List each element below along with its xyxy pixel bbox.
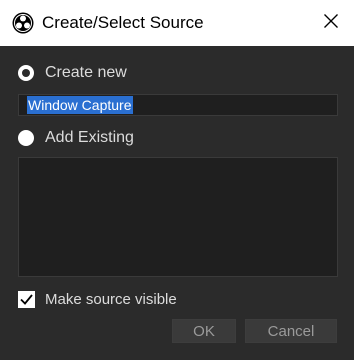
create-select-source-dialog: Create/Select Source Create new Window C… <box>0 0 354 360</box>
make-visible-label: Make source visible <box>45 290 177 308</box>
obs-logo-icon <box>12 12 34 34</box>
add-existing-option[interactable]: Add Existing <box>18 127 134 149</box>
make-visible-option[interactable]: Make source visible <box>18 288 177 310</box>
source-name-input[interactable]: Window Capture <box>18 94 338 116</box>
create-new-option[interactable]: Create new <box>18 62 127 84</box>
checkmark-icon <box>20 293 33 305</box>
add-existing-label: Add Existing <box>45 129 134 146</box>
create-new-label: Create new <box>45 64 127 81</box>
make-visible-checkbox[interactable] <box>18 290 35 308</box>
close-icon <box>323 13 339 34</box>
title-bar: Create/Select Source <box>0 0 354 46</box>
existing-sources-list[interactable] <box>18 157 338 277</box>
cancel-button[interactable]: Cancel <box>245 319 337 343</box>
add-existing-radio[interactable] <box>18 130 34 146</box>
ok-button[interactable]: OK <box>172 319 236 343</box>
source-name-text: Window Capture <box>27 96 133 114</box>
create-new-radio[interactable] <box>18 65 34 81</box>
dialog-title: Create/Select Source <box>42 13 204 32</box>
close-button[interactable] <box>308 0 354 46</box>
